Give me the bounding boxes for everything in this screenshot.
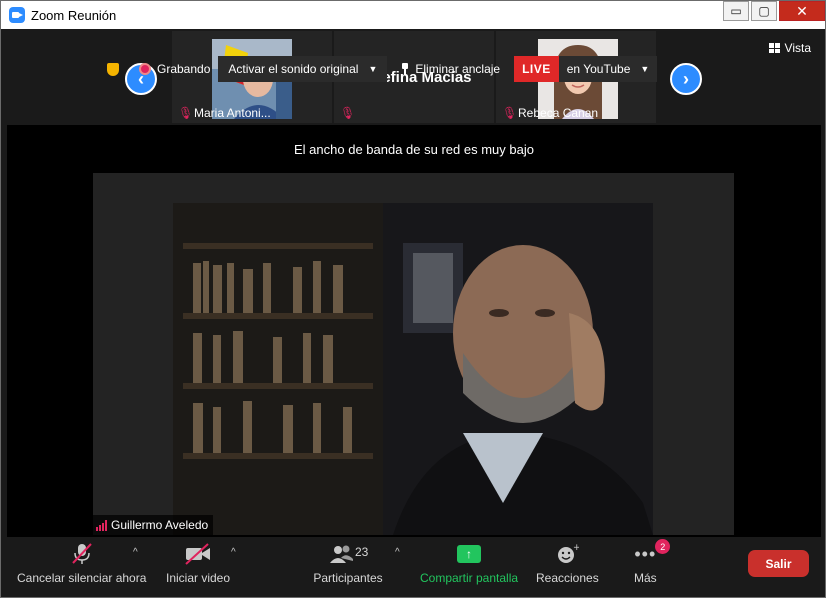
share-screen-icon: ↑ [457, 543, 482, 565]
more-label: Más [634, 571, 657, 585]
maximize-button[interactable]: ▢ [751, 1, 777, 21]
start-video-label: Iniciar video [166, 571, 231, 585]
grid-icon [768, 43, 780, 53]
recording-label: Grabando [157, 62, 211, 76]
shield-icon[interactable] [107, 62, 119, 76]
live-destination-button[interactable]: en YouTube ▼ [558, 56, 658, 82]
chevron-right-icon[interactable]: › [670, 63, 702, 95]
live-badge: LIVE [514, 56, 559, 82]
muted-mic-icon: 🎙 [178, 106, 194, 120]
share-screen-button[interactable]: ↑ Compartir pantalla [420, 543, 518, 585]
participant-name: Rebeca Canan [518, 106, 599, 120]
original-sound-button[interactable]: Activar el sonido original ▼ [218, 56, 388, 82]
more-icon: ••• 2 [634, 539, 671, 565]
live-destination-label: en YouTube [566, 62, 631, 76]
active-speaker-video [93, 173, 734, 535]
zoom-window: Zoom Reunión ▭ ▢ ✕ ‹ 🎙 Maria Antoni... J… [0, 0, 826, 598]
signal-bars-icon [96, 519, 107, 531]
view-label: Vista [784, 41, 811, 55]
chevron-down-icon[interactable]: ▼ [368, 64, 377, 74]
start-video-button[interactable]: Iniciar video [166, 543, 230, 585]
reactions-label: Reacciones [536, 571, 599, 585]
muted-mic-icon: 🎙 [340, 106, 356, 120]
reactions-button[interactable]: + Reacciones [536, 543, 599, 585]
leave-button[interactable]: Salir [748, 550, 809, 577]
share-screen-label: Compartir pantalla [420, 571, 519, 585]
meeting-toolbar: Cancelar silenciar ahora ^ Iniciar video… [7, 537, 821, 593]
minimize-button[interactable]: ▭ [723, 1, 749, 21]
title-bar: Zoom Reunión ▭ ▢ ✕ [1, 1, 825, 29]
recording-controls-bar: Grabando Activar el sonido original ▼ El… [97, 55, 658, 83]
more-button[interactable]: ••• 2 Más [634, 539, 671, 585]
unpin-label: Eliminar anclaje [415, 62, 501, 76]
unmute-label: Cancelar silenciar ahora [17, 571, 147, 585]
pin-icon [401, 63, 409, 75]
chevron-up-icon[interactable]: ^ [133, 547, 138, 558]
speaker-video-frame [173, 203, 653, 535]
window-controls: ▭ ▢ ✕ [721, 1, 825, 23]
participants-count: 23 [355, 545, 369, 559]
original-sound-label: Activar el sonido original [228, 62, 359, 76]
emoji-icon: + [555, 543, 579, 565]
chevron-up-icon[interactable]: ^ [395, 547, 400, 558]
chevron-down-icon[interactable]: ▼ [640, 64, 649, 74]
window-title: Zoom Reunión [31, 7, 117, 23]
active-speaker-label: Guillermo Aveledo [93, 515, 214, 535]
notification-badge: 2 [655, 539, 671, 554]
participants-label: Participantes [313, 571, 383, 585]
close-button[interactable]: ✕ [779, 1, 825, 21]
muted-mic-icon: 🎙 [502, 106, 518, 120]
recording-icon [139, 63, 151, 75]
unpin-button[interactable]: Eliminar anclaje [401, 62, 500, 76]
participants-icon: 23 [313, 543, 383, 565]
muted-mic-icon [70, 543, 94, 565]
video-off-icon [184, 543, 212, 565]
zoom-app-icon [9, 7, 25, 23]
participants-button[interactable]: 23 Participantes [313, 543, 383, 585]
unmute-button[interactable]: Cancelar silenciar ahora [17, 543, 146, 585]
participant-name: Maria Antoni... [194, 106, 271, 120]
bandwidth-notice: El ancho de banda de su red es muy bajo [294, 142, 534, 157]
view-button[interactable]: Vista [768, 41, 811, 55]
svg-text:+: + [573, 543, 579, 553]
chevron-up-icon[interactable]: ^ [231, 547, 236, 558]
active-speaker-name: Guillermo Aveledo [111, 518, 209, 532]
main-video-area: El ancho de banda de su red es muy bajo [7, 125, 821, 537]
